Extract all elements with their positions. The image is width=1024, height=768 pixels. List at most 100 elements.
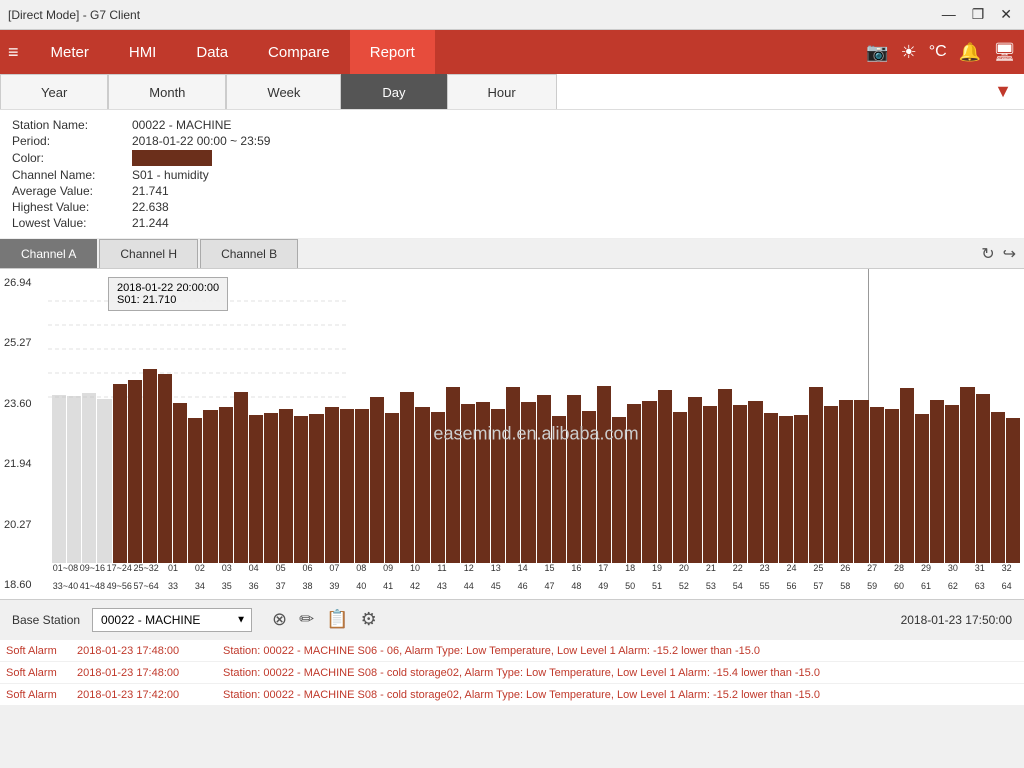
bar-39[interactable] <box>627 404 641 563</box>
bar-37[interactable] <box>597 386 611 563</box>
tab-month[interactable]: Month <box>108 74 226 109</box>
bar-53[interactable] <box>839 400 853 563</box>
close-button[interactable]: ✕ <box>996 6 1016 23</box>
base-station-select-wrapper[interactable]: 00022 - MACHINE ▼ <box>92 608 252 632</box>
bar-42[interactable] <box>673 412 687 563</box>
bar-59[interactable] <box>930 400 944 563</box>
minimize-button[interactable]: — <box>938 6 960 23</box>
bar-46[interactable] <box>733 405 747 563</box>
bar-13[interactable] <box>234 392 248 563</box>
bar-18[interactable] <box>309 414 323 563</box>
bar-10[interactable] <box>188 418 202 563</box>
maximize-button[interactable]: ❐ <box>968 6 989 23</box>
bar-17[interactable] <box>294 416 308 563</box>
bar-28[interactable] <box>461 404 475 563</box>
bar-12[interactable] <box>219 407 233 563</box>
menu-meter[interactable]: Meter <box>31 30 109 74</box>
bar-50[interactable] <box>794 415 808 563</box>
bar-15[interactable] <box>264 413 278 563</box>
bar-11[interactable] <box>203 410 217 563</box>
bar-8[interactable] <box>158 374 172 563</box>
bar-1[interactable] <box>52 395 66 563</box>
temperature-icon[interactable]: °C <box>929 43 947 61</box>
bar-43[interactable] <box>688 397 702 563</box>
alarm-time-0: 2018-01-23 17:48:00 <box>77 645 217 657</box>
display-icon[interactable]: 🖥 <box>993 42 1016 63</box>
bar-20[interactable] <box>340 409 354 563</box>
menu-report[interactable]: Report <box>350 30 435 74</box>
bar-22[interactable] <box>370 397 384 563</box>
tab-hour[interactable]: Hour <box>447 74 557 109</box>
bar-24[interactable] <box>400 392 414 563</box>
brightness-icon[interactable]: ☀ <box>901 42 917 63</box>
bar-47[interactable] <box>748 401 762 563</box>
bar-31[interactable] <box>506 387 520 563</box>
notification-icon[interactable]: 🔔 <box>959 42 981 63</box>
edit-icon[interactable]: ✏ <box>299 609 314 630</box>
bar-35[interactable] <box>567 395 581 563</box>
bar-14[interactable] <box>249 415 263 563</box>
bar-56[interactable] <box>885 409 899 563</box>
channel-tab-a[interactable]: Channel A <box>0 239 97 268</box>
settings-icon[interactable]: ⚙ <box>361 609 377 630</box>
copy-icon[interactable]: 📋 <box>326 609 348 630</box>
bar-7[interactable] <box>143 369 157 563</box>
channel-tab-h[interactable]: Channel H <box>99 239 198 268</box>
bar-51[interactable] <box>809 387 823 563</box>
bar-49[interactable] <box>779 416 793 563</box>
export-icon[interactable]: ↪ <box>1003 244 1016 264</box>
bar-38[interactable] <box>612 417 626 563</box>
tab-day[interactable]: Day <box>341 74 446 109</box>
hamburger-menu[interactable]: ≡ <box>8 42 19 63</box>
bar-27[interactable] <box>446 387 460 563</box>
bar-33[interactable] <box>537 395 551 563</box>
menu-compare[interactable]: Compare <box>248 30 350 74</box>
bar-54[interactable] <box>854 400 868 563</box>
bar-55[interactable] <box>870 407 884 563</box>
bar-4[interactable] <box>97 399 111 563</box>
bar-40[interactable] <box>642 401 656 563</box>
camera-icon[interactable]: 📷 <box>866 42 888 63</box>
bar-30[interactable] <box>491 409 505 563</box>
bar-25[interactable] <box>415 407 429 563</box>
refresh-icon[interactable]: ↻ <box>981 244 994 264</box>
tab-year[interactable]: Year <box>0 74 108 109</box>
bar-48[interactable] <box>764 413 778 563</box>
bar-19[interactable] <box>325 407 339 563</box>
bar-21[interactable] <box>355 409 369 563</box>
bar-52[interactable] <box>824 406 838 563</box>
bar-44[interactable] <box>703 406 717 563</box>
bar-60[interactable] <box>945 405 959 563</box>
bar-26[interactable] <box>431 412 445 563</box>
bar-45[interactable] <box>718 389 732 563</box>
tab-dropdown-arrow[interactable]: ▼ <box>994 74 1024 109</box>
color-swatch <box>132 150 212 166</box>
menu-hmi[interactable]: HMI <box>109 30 177 74</box>
bar-32[interactable] <box>521 402 535 563</box>
chart-area[interactable]: 26.94 25.27 23.60 21.94 20.27 18.60 2018… <box>0 269 1024 599</box>
bar-2[interactable] <box>67 396 81 563</box>
bar-29[interactable] <box>476 402 490 563</box>
bar-6[interactable] <box>128 380 142 563</box>
bar-16[interactable] <box>279 409 293 563</box>
base-station-select[interactable]: 00022 - MACHINE <box>92 608 252 632</box>
bar-63[interactable] <box>991 412 1005 563</box>
tab-week[interactable]: Week <box>226 74 341 109</box>
timestamp: 2018-01-23 17:50:00 <box>901 613 1012 627</box>
period-row: Period: 2018-01-22 00:00 ~ 23:59 <box>12 134 1012 148</box>
channel-tab-b[interactable]: Channel B <box>200 239 298 268</box>
bar-64[interactable] <box>1006 418 1020 563</box>
bar-61[interactable] <box>960 387 974 563</box>
bar-62[interactable] <box>976 394 990 563</box>
cancel-icon[interactable]: ⊗ <box>272 609 287 630</box>
bar-23[interactable] <box>385 413 399 563</box>
bar-9[interactable] <box>173 403 187 563</box>
bar-41[interactable] <box>658 390 672 563</box>
bar-57[interactable] <box>900 388 914 563</box>
menu-data[interactable]: Data <box>176 30 248 74</box>
bar-3[interactable] <box>82 393 96 563</box>
bar-36[interactable] <box>582 411 596 563</box>
bar-34[interactable] <box>552 416 566 563</box>
bar-5[interactable] <box>113 384 127 563</box>
bar-58[interactable] <box>915 414 929 563</box>
